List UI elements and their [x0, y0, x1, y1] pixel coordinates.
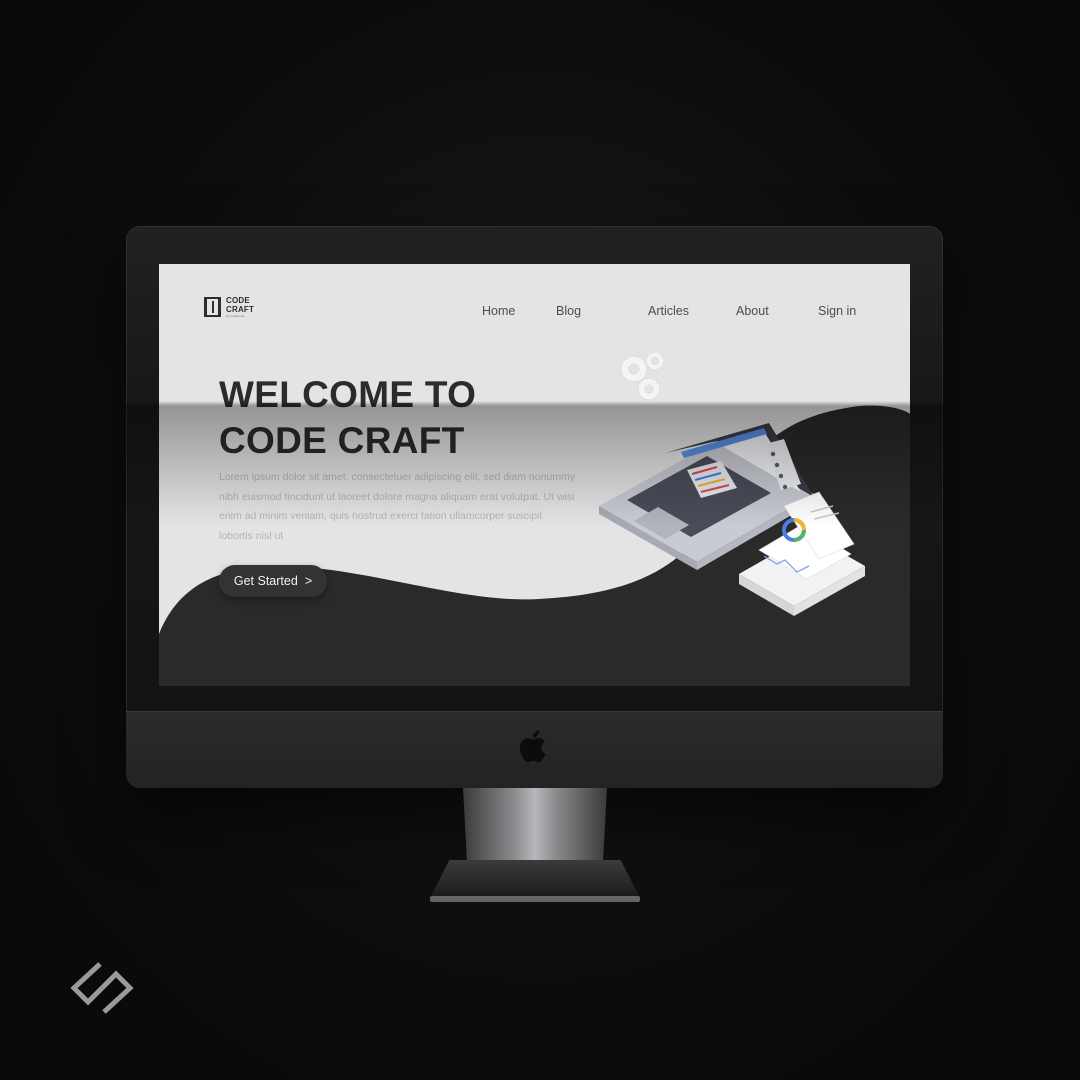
logo-line-1: CODE: [226, 296, 250, 305]
nav-sign-in[interactable]: Sign in: [818, 304, 856, 318]
chevron-right-icon: >: [304, 574, 313, 588]
nav-articles[interactable]: Articles: [648, 304, 689, 318]
get-started-label: Get Started: [233, 574, 298, 588]
brand-mark-icon: [70, 962, 134, 1014]
hero-title: WELCOME TO CODE CRAFT: [219, 372, 476, 464]
monitor-stand-neck: [463, 788, 607, 868]
screen: CODE CRAFT by craftcode Home Blog Articl…: [159, 264, 910, 686]
logo-text: CODE CRAFT by craftcode: [226, 296, 254, 318]
hero-title-line-1: WELCOME TO: [219, 374, 477, 415]
get-started-button[interactable]: Get Started >: [219, 565, 327, 597]
code-craft-logo-icon: [204, 297, 221, 317]
logo-tagline: by craftcode: [226, 314, 245, 318]
monitor-chin: [126, 711, 943, 788]
hero-description: Lorem ipsum dolor sit amet, consectetuer…: [219, 471, 575, 542]
hero-title-line-2: CODE CRAFT: [219, 420, 465, 461]
logo-line-2: CRAFT: [226, 305, 255, 314]
isometric-laptop-illustration: [599, 351, 865, 616]
nav-blog[interactable]: Blog: [556, 304, 581, 318]
monitor-stand-edge: [430, 896, 640, 902]
nav-about[interactable]: About: [736, 304, 769, 318]
nav-home[interactable]: Home: [482, 304, 515, 318]
site-logo[interactable]: CODE CRAFT by craftcode: [204, 296, 254, 318]
apple-logo-icon: [519, 730, 546, 763]
gears-icon: [620, 351, 665, 401]
